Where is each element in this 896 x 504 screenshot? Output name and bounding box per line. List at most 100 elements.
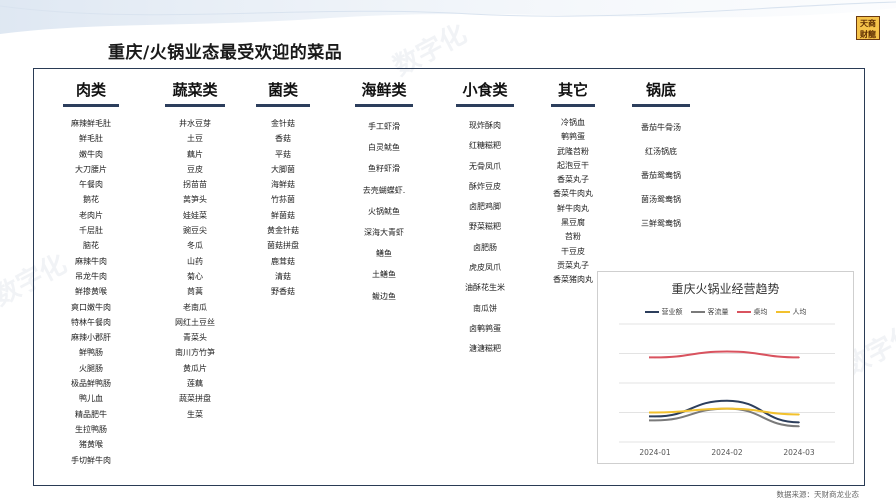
- dish-item: 野香菇: [271, 287, 295, 297]
- dish-item: 猪黄喉: [79, 440, 103, 450]
- category-column: 小食类 现炸酥肉 红糖糍粑 无骨凤爪 酥炸豆皮 卤肥鸡脚 野菜糍粑 卤肥肠 虎皮凤爪 油酥花生米南…: [456, 79, 514, 360]
- brand-logo: 天商 财龍: [856, 16, 880, 40]
- dish-item: 鲜掺黄喉: [75, 287, 107, 297]
- dish-item: 麻辣牛肉: [75, 256, 107, 266]
- category-underline: [355, 104, 413, 107]
- dish-item: 黄金针菇: [267, 226, 299, 236]
- dish-item: 特林午餐肉: [71, 317, 111, 327]
- category-underline: [256, 104, 310, 107]
- category-heading: 其它: [557, 81, 588, 99]
- dish-item: 菊心: [187, 271, 203, 281]
- series-point: [654, 356, 656, 359]
- dish-item: 苕粉: [565, 232, 581, 242]
- dish-item: 土豆: [187, 134, 203, 144]
- dish-item: 香菜猪肉丸: [553, 275, 593, 285]
- series-point: [798, 425, 800, 428]
- dish-item: 干豆皮: [561, 246, 585, 256]
- dish-item: 豆皮: [187, 164, 203, 174]
- dish-item: 大脚菌: [271, 164, 295, 174]
- category-underline: [632, 104, 690, 107]
- dish-item: 吊龙牛肉: [75, 271, 107, 281]
- dish-item: 鲜牛肉丸: [557, 203, 589, 213]
- dish-item: 菌汤鸳鸯锅: [641, 195, 681, 204]
- series-point: [726, 407, 728, 410]
- dish-item: 山药: [187, 256, 203, 266]
- series-point: [798, 356, 800, 359]
- dish-item: 大刀腰片: [75, 164, 107, 174]
- dish-item: 鹌鹑蛋: [561, 132, 585, 142]
- dish-item: 麻辣鲜毛肚: [71, 119, 111, 128]
- dish-item: 南瓜饼: [473, 303, 497, 313]
- dish-item: 海鲜菇: [271, 180, 295, 190]
- dish-item: 生菜: [187, 409, 203, 419]
- series-point: [654, 419, 656, 422]
- dish-item: 麻辣小郡肝: [71, 333, 111, 343]
- series-point: [654, 411, 656, 414]
- category-heading: 海鲜类: [361, 81, 407, 99]
- dish-item: 鸭儿血: [79, 394, 103, 404]
- dish-item: 鲜鸭肠: [79, 348, 103, 358]
- category-underline: [456, 104, 514, 107]
- dish-item: 土鳝鱼: [372, 270, 396, 280]
- dish-item: 卤肥鸡脚: [469, 202, 501, 212]
- series-line: [649, 350, 800, 359]
- chart-plot: 2024-01 2024-02 2024-03: [619, 323, 835, 457]
- dish-item: 黄瓜片: [183, 363, 207, 373]
- trend-chart: 重庆火锅业经营趋势 营业额 客流量 桌均 人均 2024-01 2024-02 2024-…: [597, 271, 854, 464]
- dish-item: 脑花: [83, 241, 99, 251]
- dish-item: 溏溏糍粑: [469, 344, 501, 354]
- dish-item: 深海大青虾: [364, 227, 404, 237]
- dish-item: 冷锅血: [561, 118, 585, 127]
- dish-item: 冬瓜: [187, 241, 203, 251]
- dish-item: 香菜牛肉丸: [553, 189, 593, 199]
- dish-item: 黑豆腐: [561, 218, 585, 228]
- series-point: [798, 421, 800, 424]
- dish-item: 鲜毛肚: [79, 134, 103, 144]
- dish-item: 莲藕: [187, 379, 203, 389]
- dish-item: 井水豆芽: [179, 119, 211, 128]
- dish-item: 武隆苕粉: [557, 146, 589, 156]
- x-tick-label: 2024-01: [639, 448, 671, 457]
- dish-item: 卤鹌鹑蛋: [469, 323, 501, 333]
- dish-item: 红糖糍粑: [469, 141, 501, 151]
- dish-item: 起泡豆干: [557, 160, 589, 170]
- dish-item: 鲜菌菇: [271, 210, 295, 220]
- dish-item: 午餐肉: [79, 180, 103, 190]
- category-underline: [165, 104, 225, 107]
- dish-item: 金针菇: [271, 119, 295, 128]
- category-column: 锅底 番茄牛骨汤 红汤锅底 番茄鸳鸯锅 菌汤鸳鸯锅 三鲜鸳鸯锅: [632, 79, 690, 236]
- category-underline: [63, 104, 119, 107]
- dish-item: 番茄牛骨汤: [641, 123, 681, 132]
- dish-item: 卤肥肠: [473, 242, 497, 252]
- page-title: 重庆/火锅业态最受欢迎的菜品: [108, 43, 343, 63]
- dish-item: 爽口嫩牛肉: [71, 302, 111, 312]
- category-heading: 肉类: [75, 81, 106, 99]
- dish-item: 豌豆尖: [183, 226, 207, 236]
- dish-item: 鲅边鱼: [372, 291, 396, 301]
- dish-item: 老南瓜: [183, 302, 207, 312]
- source-note: 数据来源：天财商龙业态: [776, 490, 860, 499]
- dish-item: 酥炸豆皮: [469, 181, 501, 191]
- dish-item: 拐苗苗: [183, 180, 207, 190]
- category-heading: 蔬菜类: [172, 81, 218, 99]
- category-column: 其它 冷锅血 鹌鹑蛋 武隆苕粉 起泡豆干 香菜丸子 香菜牛肉丸 鲜牛肉丸 黑豆腐 苕粉 干豆皮 贡菜丸…: [549, 79, 597, 288]
- category-column: 肉类 麻辣鲜毛肚 鲜毛肚 嫩牛肉 大刀腰片 午餐肉 鹅花 老肉片 千层肚 脑花 麻辣牛肉 吊龙牛肉 鲜掺…: [63, 79, 119, 468]
- dish-item: 白灵鱿鱼: [368, 143, 400, 153]
- dish-item: 去壳蝴蝶虾.: [362, 185, 406, 195]
- dish-item: 蔬菜拼盘: [179, 394, 211, 404]
- category-heading: 小食类: [462, 81, 508, 99]
- dish-item: 网红土豆丝: [175, 317, 215, 327]
- category-column: 菌类 金针菇 香菇 平菇 大脚菌 海鲜菇 竹荪菌 鲜菌菇 黄金针菇 菌菇拼盘 鹿茸菇 清菇 野香菇: [256, 79, 310, 300]
- dish-item: 番茄鸳鸯锅: [641, 171, 681, 180]
- dish-item: 竹荪菌: [271, 195, 295, 205]
- dish-item: 香菇: [275, 134, 291, 144]
- series-line: [649, 407, 800, 416]
- series-point: [726, 399, 728, 402]
- category-column: 蔬菜类 井水豆芽 土豆 藕片 豆皮 拐苗苗 莴笋头 娃娃菜 豌豆尖 冬瓜 山药 菊心 茼蒿 老南瓜 网红土豆…: [165, 79, 225, 422]
- dish-item: 油酥花生米: [465, 283, 505, 293]
- category-underline: [551, 104, 595, 107]
- dish-item: 三鲜鸳鸯锅: [641, 219, 681, 228]
- dish-item: 红汤锅底: [645, 147, 677, 156]
- dish-item: 手切鲜牛肉: [71, 455, 111, 465]
- dish-item: 野菜糍粑: [469, 222, 501, 232]
